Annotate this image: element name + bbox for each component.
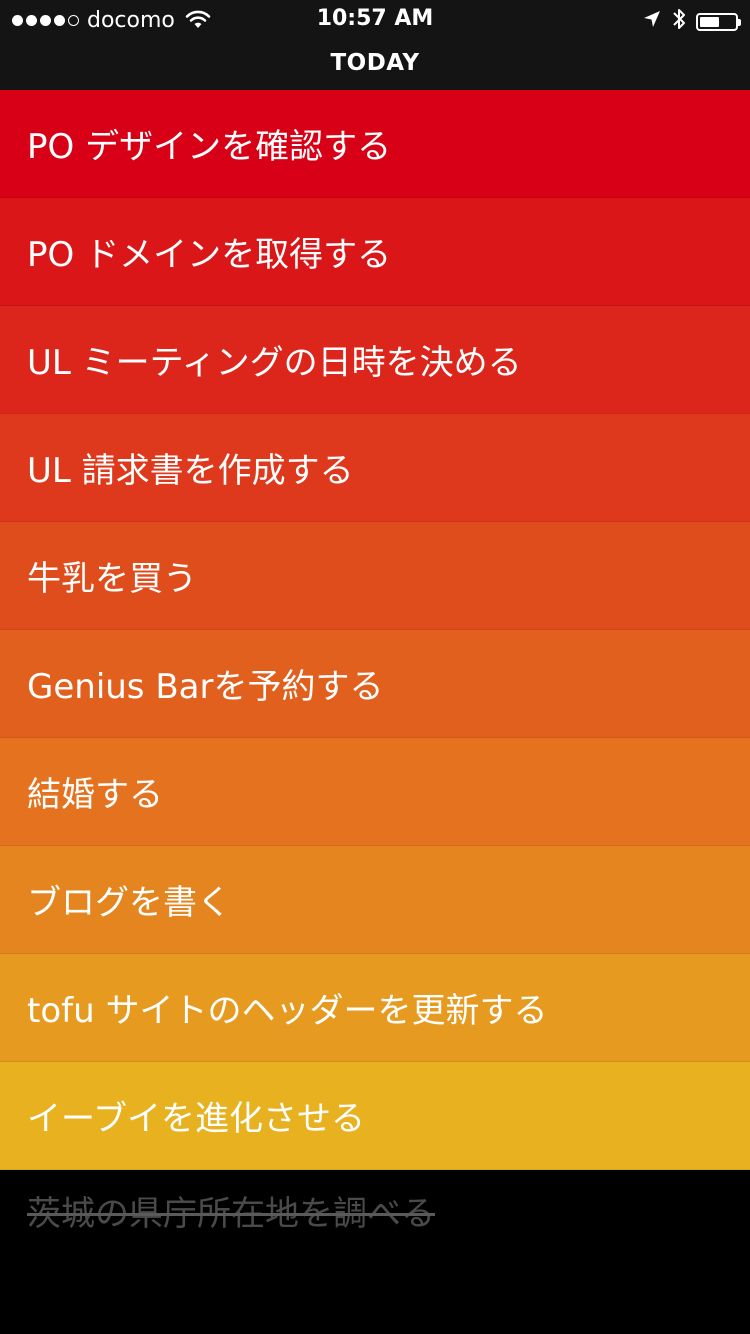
status-bar: docomo 10:57 AM bbox=[0, 0, 750, 40]
completed-task-item[interactable]: 茨城の県庁所在地を調べる bbox=[0, 1170, 750, 1278]
completed-task-list: 茨城の県庁所在地を調べる bbox=[0, 1170, 750, 1278]
task-item[interactable]: ブログを書く bbox=[0, 846, 750, 954]
task-item[interactable]: イーブイを進化させる bbox=[0, 1062, 750, 1170]
task-item[interactable]: 結婚する bbox=[0, 738, 750, 846]
nav-bar: TODAY bbox=[0, 40, 750, 90]
battery-icon bbox=[696, 13, 741, 31]
bluetooth-icon bbox=[672, 7, 686, 37]
task-label: ブログを書く bbox=[27, 883, 231, 923]
task-item[interactable]: UL ミーティングの日時を決める bbox=[0, 306, 750, 414]
task-item[interactable]: PO デザインを確認する bbox=[0, 90, 750, 198]
battery-level bbox=[700, 17, 719, 27]
task-label: PO ドメインを取得する bbox=[27, 235, 392, 275]
status-right bbox=[642, 7, 741, 37]
location-arrow-icon bbox=[642, 9, 662, 35]
completed-task-label: 茨城の県庁所在地を調べる bbox=[27, 1193, 435, 1234]
page-title: TODAY bbox=[330, 50, 420, 76]
task-item[interactable]: 牛乳を買う bbox=[0, 522, 750, 630]
task-label: Genius Barを予約する bbox=[27, 667, 384, 707]
task-label: イーブイを進化させる bbox=[27, 1099, 365, 1139]
task-label: UL ミーティングの日時を決める bbox=[27, 343, 522, 383]
task-label: PO デザインを確認する bbox=[27, 127, 392, 167]
task-item[interactable]: Genius Barを予約する bbox=[0, 630, 750, 738]
task-item[interactable]: tofu サイトのヘッダーを更新する bbox=[0, 954, 750, 1062]
task-label: 牛乳を買う bbox=[27, 559, 197, 599]
task-item[interactable]: UL 請求書を作成する bbox=[0, 414, 750, 522]
task-label: UL 請求書を作成する bbox=[27, 451, 354, 491]
task-label: tofu サイトのヘッダーを更新する bbox=[27, 991, 548, 1031]
task-item[interactable]: PO ドメインを取得する bbox=[0, 198, 750, 306]
task-list: PO デザインを確認する PO ドメインを取得する UL ミーティングの日時を決める… bbox=[0, 90, 750, 1170]
status-time: 10:57 AM bbox=[316, 6, 434, 31]
task-label: 結婚する bbox=[27, 775, 163, 815]
